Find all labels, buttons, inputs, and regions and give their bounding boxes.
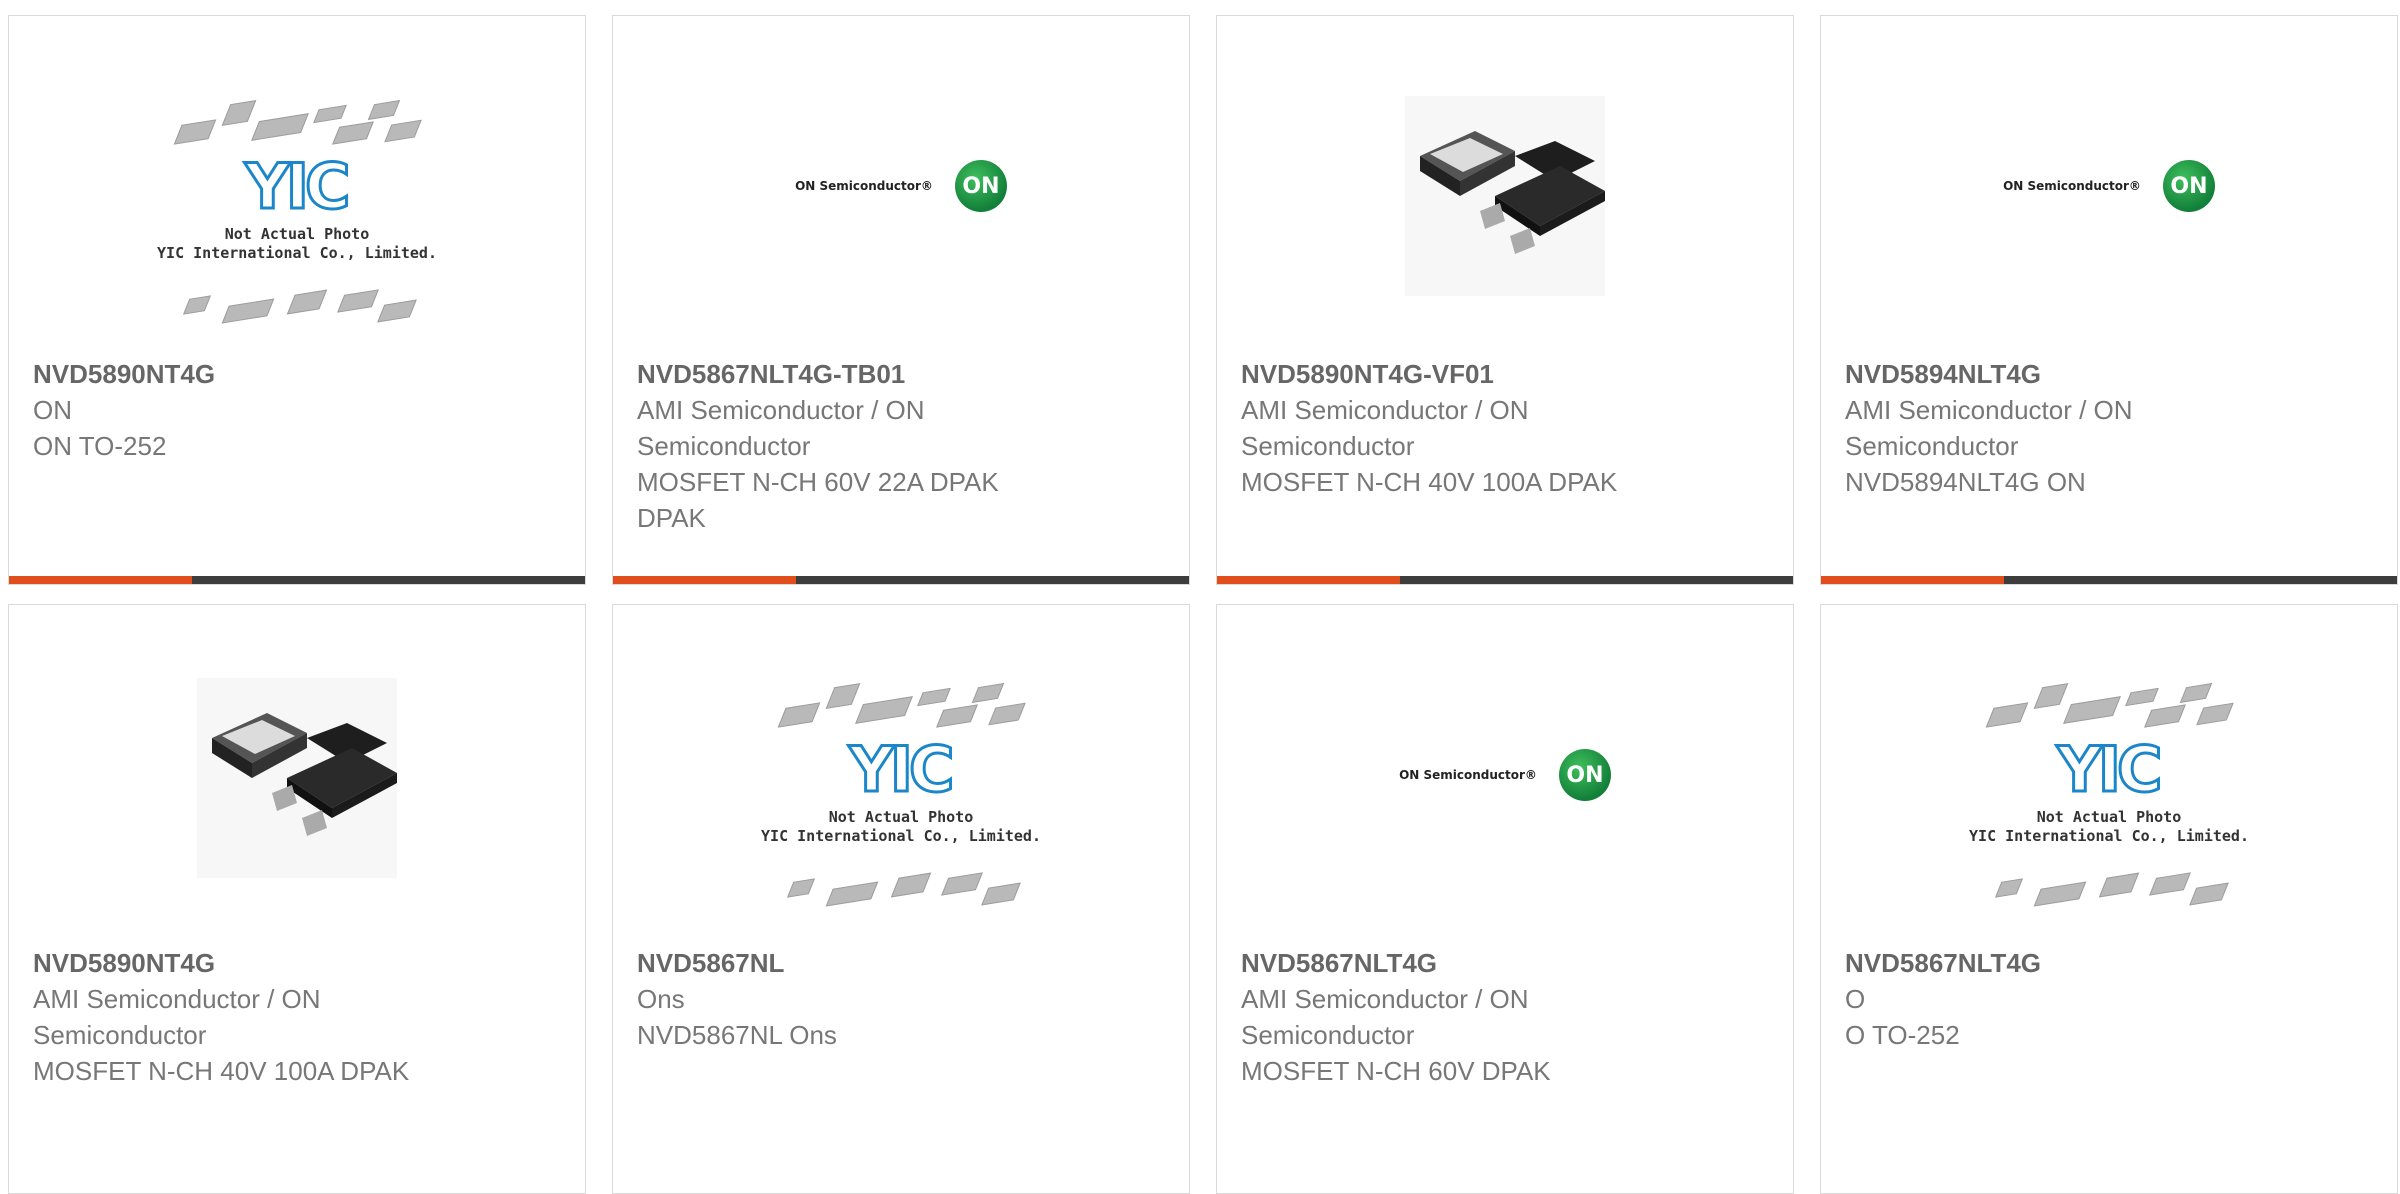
part-number[interactable]: NVD5890NT4G-VF01 <box>1241 356 1769 392</box>
product-image[interactable]: ON Semiconductor® ON <box>1217 605 1793 945</box>
card-bottom-bar <box>1821 576 2397 584</box>
manufacturer: AMI Semiconductor / ON Semiconductor <box>637 395 925 461</box>
manufacturer: AMI Semiconductor / ON Semiconductor <box>1241 395 1529 461</box>
product-card[interactable]: ON Semiconductor® ON NVD5867NLT4G-TB01 A… <box>612 15 1190 585</box>
on-semiconductor-logo: ON Semiconductor® ON <box>795 160 1007 212</box>
dpak-photo <box>197 678 397 878</box>
manufacturer: ON <box>33 395 72 425</box>
product-info: NVD5867NLT4G O O TO-252 <box>1845 945 2373 1053</box>
part-number[interactable]: NVD5867NLT4G <box>1241 945 1769 981</box>
product-card[interactable]: YIC Not Actual Photo YIC International Co… <box>8 15 586 585</box>
product-image[interactable]: ON Semiconductor® ON <box>613 16 1189 356</box>
product-info: NVD5867NLT4G-TB01 AMI Semiconductor / ON… <box>637 356 1165 536</box>
description: MOSFET N-CH 40V 100A DPAK <box>33 1056 410 1086</box>
yic-placeholder-image: YIC Not Actual Photo YIC International Co… <box>157 92 437 342</box>
product-info: NVD5867NLT4G AMI Semiconductor / ON Semi… <box>1241 945 1769 1089</box>
manufacturer: AMI Semiconductor / ON Semiconductor <box>1241 984 1529 1050</box>
manufacturer: AMI Semiconductor / ON Semiconductor <box>1845 395 2133 461</box>
product-grid: YIC Not Actual Photo YIC International Co… <box>0 0 2400 1194</box>
description: MOSFET N-CH 40V 100A DPAK <box>1241 467 1618 497</box>
product-card[interactable]: YIC Not Actual Photo YIC International Co… <box>612 604 1190 1194</box>
description: NVD5867NL Ons <box>637 1020 837 1050</box>
product-info: NVD5890NT4G AMI Semiconductor / ON Semic… <box>33 945 561 1089</box>
dpak-photo <box>1405 95 1605 296</box>
product-image[interactable]: ON Semiconductor® ON <box>1821 16 2397 356</box>
card-bottom-bar <box>613 576 1189 584</box>
part-number[interactable]: NVD5894NLT4G <box>1845 356 2373 392</box>
product-image[interactable]: YIC Not Actual Photo YIC International Co… <box>613 655 1189 945</box>
yic-placeholder-image: YIC Not Actual Photo YIC International Co… <box>761 675 1041 925</box>
product-card[interactable]: ON Semiconductor® ON NVD5894NLT4G AMI Se… <box>1820 15 2398 585</box>
product-image[interactable]: YIC Not Actual Photo YIC International Co… <box>1821 655 2397 945</box>
product-info: NVD5890NT4G ON ON TO-252 <box>33 356 561 464</box>
description: O TO-252 <box>1845 1020 1960 1050</box>
part-number[interactable]: NVD5867NLT4G <box>1845 945 2373 981</box>
description: ON TO-252 <box>33 431 167 461</box>
yic-caption: Not Actual Photo YIC International Co., L… <box>761 808 1041 845</box>
product-image[interactable] <box>1217 88 1793 303</box>
yic-logo: YIC <box>243 149 352 225</box>
manufacturer: AMI Semiconductor / ON Semiconductor <box>33 984 321 1050</box>
product-card[interactable]: NVD5890NT4G AMI Semiconductor / ON Semic… <box>8 604 586 1194</box>
product-card[interactable]: NVD5890NT4G-VF01 AMI Semiconductor / ON … <box>1216 15 1794 585</box>
part-number[interactable]: NVD5867NL <box>637 945 1165 981</box>
part-number[interactable]: NVD5890NT4G <box>33 945 561 981</box>
description: MOSFET N-CH 60V 22A DPAK DPAK <box>637 467 999 533</box>
yic-caption: Not Actual Photo YIC International Co., L… <box>157 225 437 262</box>
product-image[interactable] <box>9 673 585 883</box>
on-semiconductor-logo: ON Semiconductor® ON <box>2003 160 2215 212</box>
description: MOSFET N-CH 60V DPAK <box>1241 1056 1551 1086</box>
product-card[interactable]: YIC Not Actual Photo YIC International Co… <box>1820 604 2398 1194</box>
description: NVD5894NLT4G ON <box>1845 467 2086 497</box>
product-info: NVD5894NLT4G AMI Semiconductor / ON Semi… <box>1845 356 2373 500</box>
on-semiconductor-logo: ON Semiconductor® ON <box>1399 749 1611 801</box>
manufacturer: Ons <box>637 984 685 1014</box>
card-bottom-bar <box>1217 576 1793 584</box>
part-number[interactable]: NVD5867NLT4G-TB01 <box>637 356 1165 392</box>
product-info: NVD5867NL Ons NVD5867NL Ons <box>637 945 1165 1053</box>
product-card[interactable]: ON Semiconductor® ON NVD5867NLT4G AMI Se… <box>1216 604 1794 1194</box>
yic-caption: Not Actual Photo YIC International Co., L… <box>1969 808 2249 845</box>
product-image[interactable]: YIC Not Actual Photo YIC International Co… <box>9 72 585 362</box>
manufacturer: O <box>1845 984 1866 1014</box>
yic-logo: YIC <box>2055 732 2164 808</box>
yic-logo: YIC <box>847 732 956 808</box>
yic-placeholder-image: YIC Not Actual Photo YIC International Co… <box>1969 675 2249 925</box>
product-info: NVD5890NT4G-VF01 AMI Semiconductor / ON … <box>1241 356 1769 500</box>
part-number[interactable]: NVD5890NT4G <box>33 356 561 392</box>
card-bottom-bar <box>9 576 585 584</box>
